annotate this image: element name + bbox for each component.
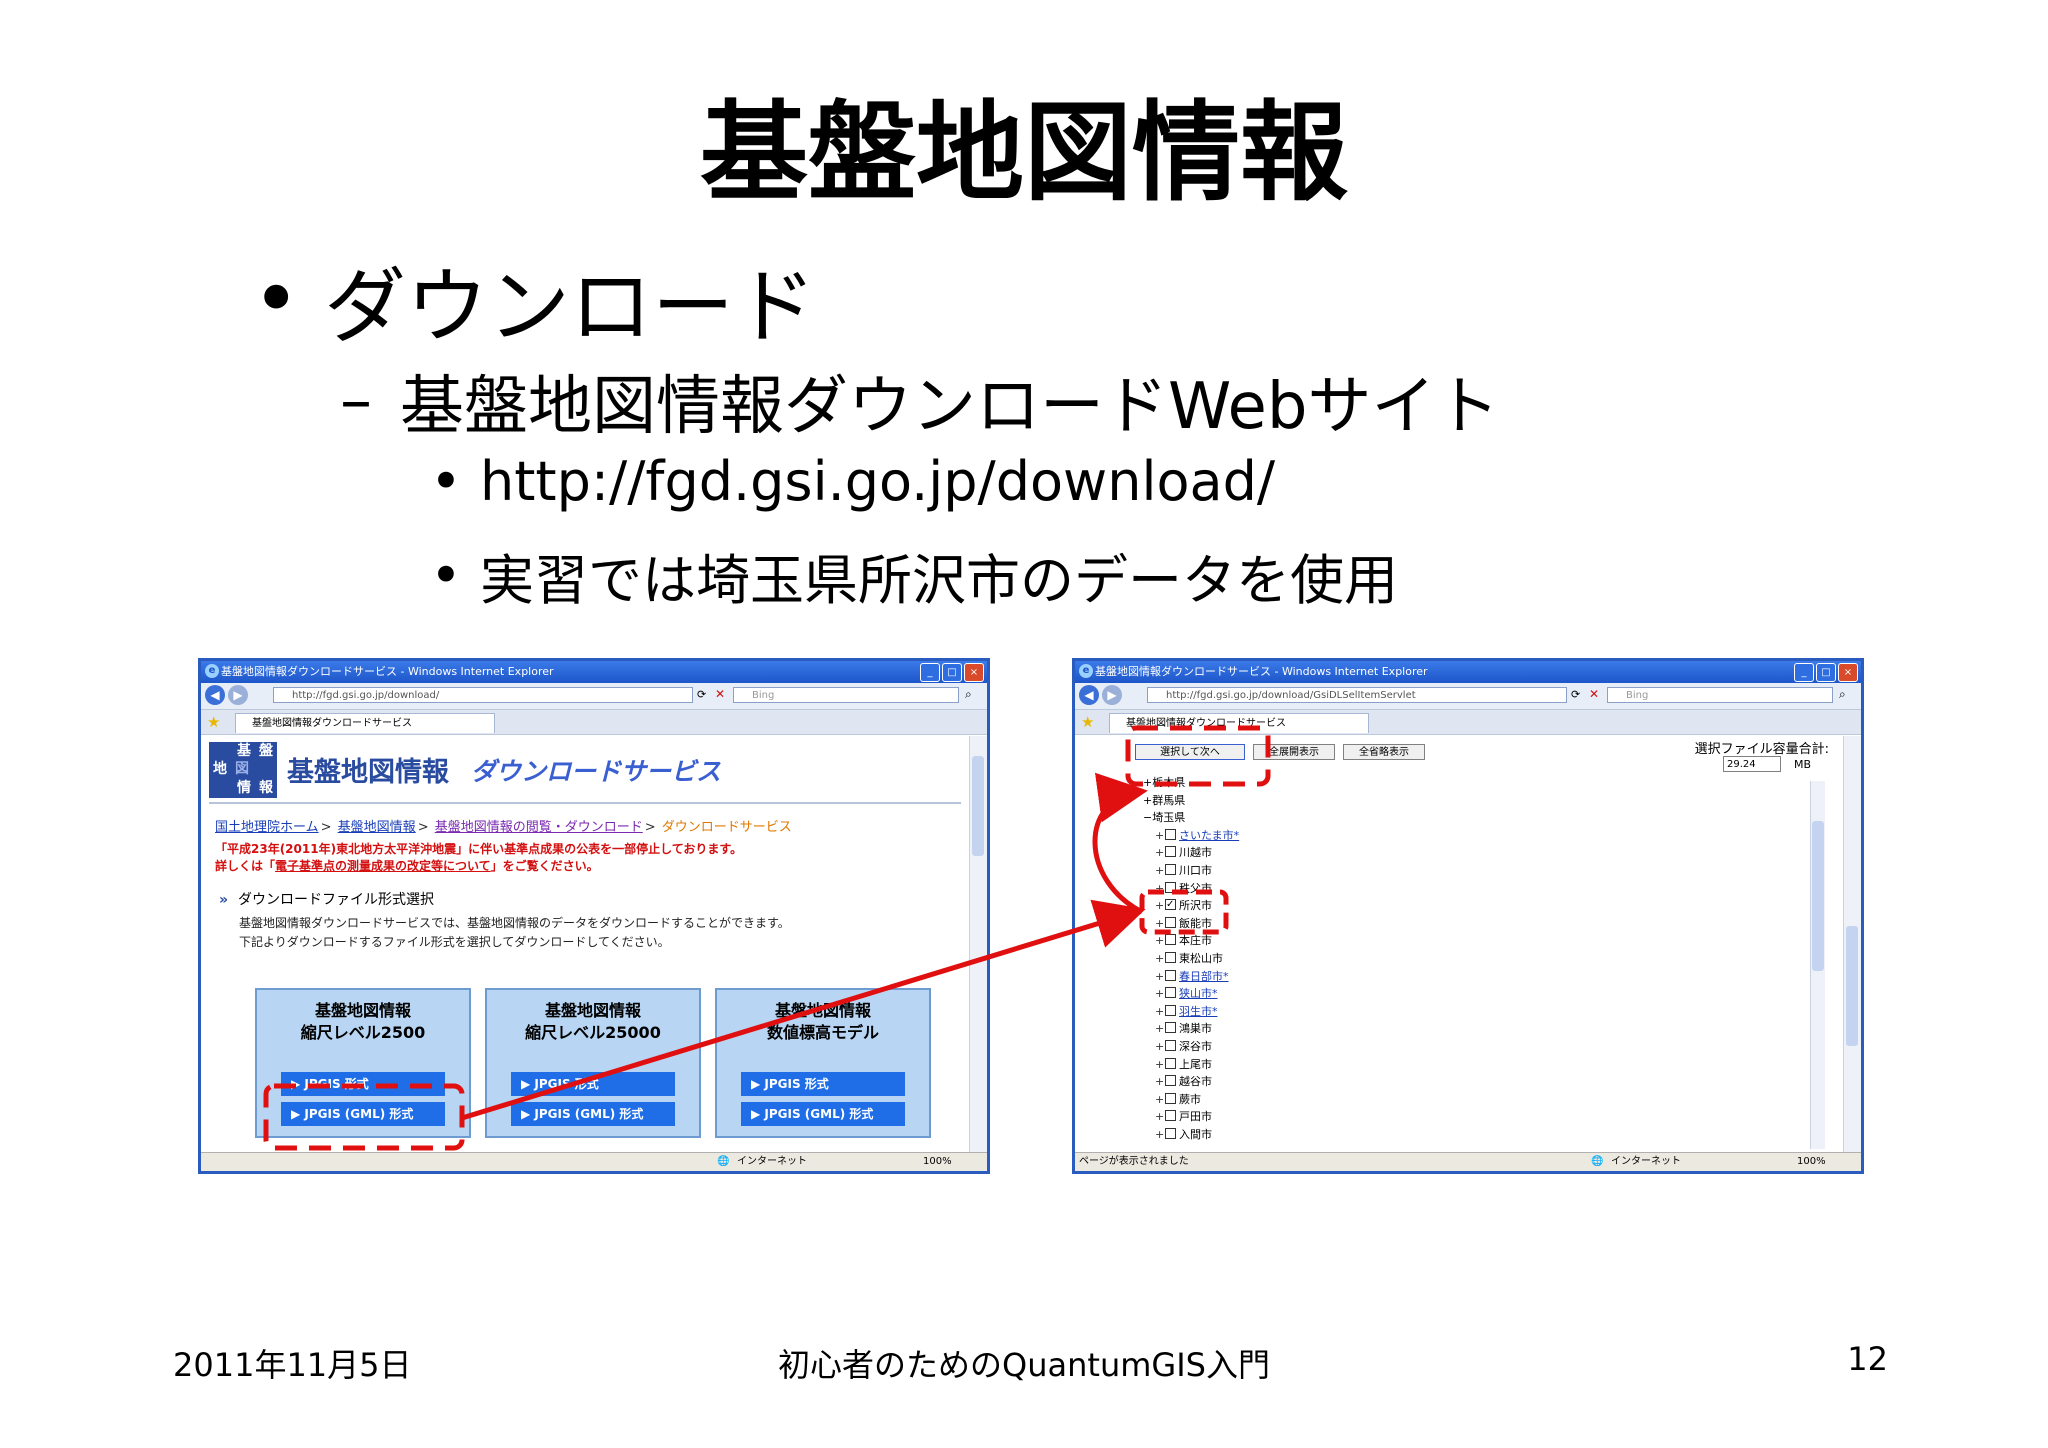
highlight-tokorozawa-box	[1139, 889, 1229, 935]
highlight-jpgis-gml-box	[263, 1083, 465, 1151]
highlight-select-next-box	[1125, 725, 1271, 787]
arrow-to-select-next	[1092, 772, 1148, 915]
arrow-to-tokorozawa	[461, 899, 1146, 1121]
annotation-overlay	[263, 725, 1271, 1151]
